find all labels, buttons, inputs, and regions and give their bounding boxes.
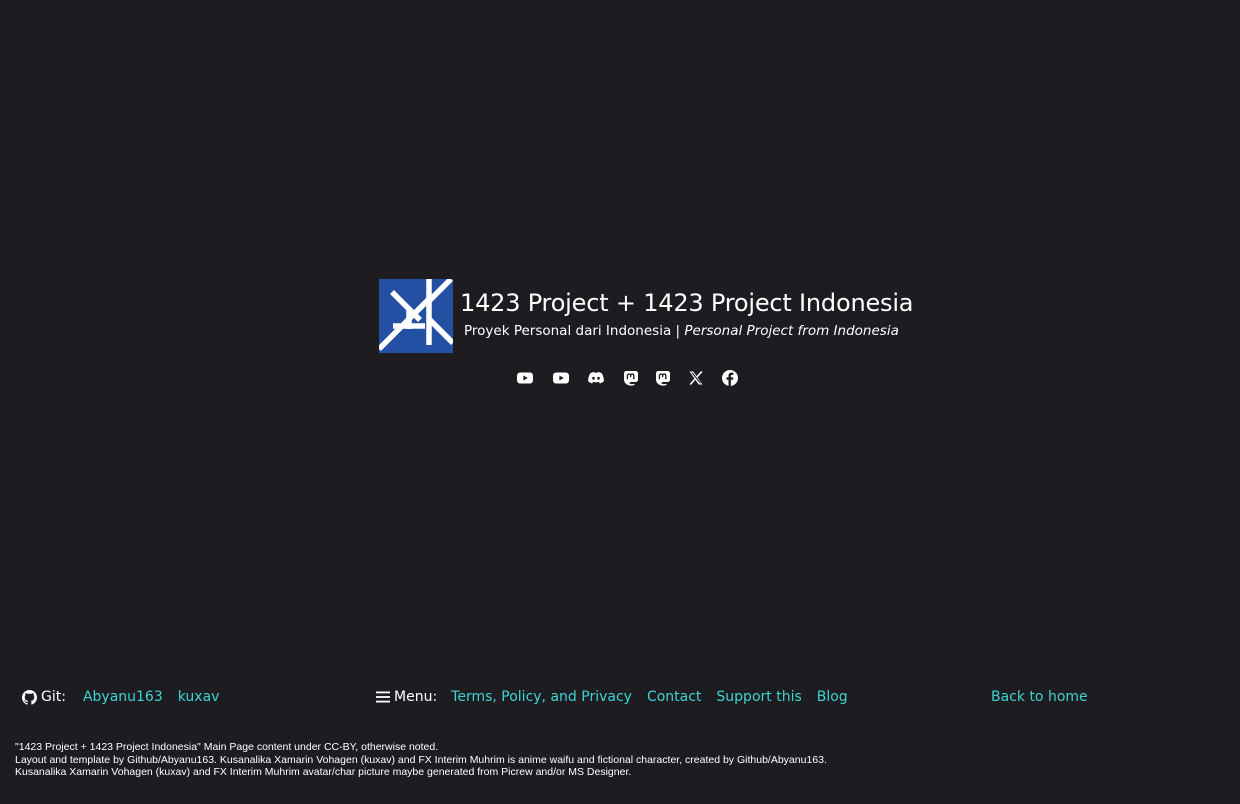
menu-link-contact[interactable]: Contact xyxy=(647,687,701,707)
mastodon-icon xyxy=(624,371,638,386)
github-icon xyxy=(22,689,37,705)
site-header: 1423 Project + 1423 Project Indonesia Pr… xyxy=(379,279,914,353)
facebook-link[interactable] xyxy=(721,369,739,387)
menu-link-blog[interactable]: Blog xyxy=(817,687,848,707)
youtube-icon xyxy=(517,372,533,384)
site-logo[interactable] xyxy=(379,279,453,353)
youtube-icon xyxy=(553,372,569,384)
discord-link[interactable] xyxy=(587,369,605,387)
menu-link-terms[interactable]: Terms, Policy, and Privacy xyxy=(451,687,632,707)
mastodon-link-2[interactable] xyxy=(654,369,672,387)
social-links xyxy=(516,369,739,387)
legal-line-2: Layout and template by Github/Abyanu163.… xyxy=(15,753,827,766)
brand-text: 1423 Project + 1423 Project Indonesia Pr… xyxy=(460,279,914,340)
subtitle-indonesian: Proyek Personal dari Indonesia xyxy=(464,323,672,339)
subtitle-english: Personal Project from Indonesia xyxy=(684,323,899,339)
x-twitter-icon xyxy=(689,370,703,386)
youtube-link-1[interactable] xyxy=(516,369,534,387)
legal-line-1: "1423 Project + 1423 Project Indonesia" … xyxy=(15,741,439,753)
mastodon-icon xyxy=(656,371,670,386)
discord-icon xyxy=(588,371,604,384)
mastodon-link-1[interactable] xyxy=(622,369,640,387)
git-label: Git: xyxy=(41,689,66,705)
menu-link-support[interactable]: Support this xyxy=(716,687,801,707)
menu-label: Menu: xyxy=(394,689,438,705)
subtitle-separator: | xyxy=(671,323,685,339)
hamburger-menu-icon xyxy=(376,691,390,703)
git-links: Git: Abyanu163 kuxav xyxy=(22,687,219,707)
legal-line-3: Kusanalika Xamarin Vohagen (kuxav) and F… xyxy=(15,766,632,778)
back-to-home-link[interactable]: Back to home xyxy=(991,687,1088,707)
facebook-icon xyxy=(722,370,738,386)
legal-notice: "1423 Project + 1423 Project Indonesia" … xyxy=(15,741,827,779)
page: 1423 Project + 1423 Project Indonesia Pr… xyxy=(0,0,1240,804)
youtube-link-2[interactable] xyxy=(552,369,570,387)
site-title: 1423 Project + 1423 Project Indonesia xyxy=(460,289,914,317)
git-link-abyanu163[interactable]: Abyanu163 xyxy=(83,687,163,707)
footer-menu: Menu: Terms, Policy, and Privacy Contact… xyxy=(376,687,848,707)
site-subtitle: Proyek Personal dari Indonesia | Persona… xyxy=(464,323,913,340)
x-twitter-link[interactable] xyxy=(687,369,705,387)
git-link-kuxav[interactable]: kuxav xyxy=(178,687,220,707)
back-home-wrap: Back to home xyxy=(991,687,1088,707)
